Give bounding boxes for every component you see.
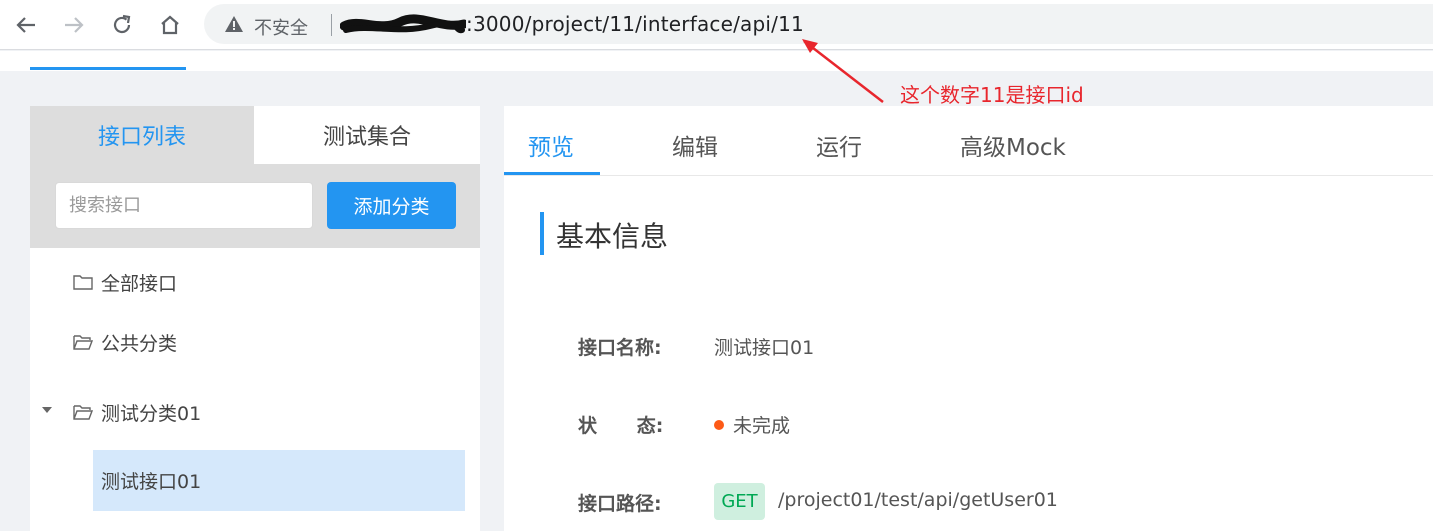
back-button[interactable] [10,9,42,41]
reload-icon [113,14,131,34]
tabs-divider [504,175,1433,176]
reload-button[interactable] [106,9,138,41]
url-text: :3000/project/11/interface/api/11 [466,12,804,36]
header-active-indicator [30,67,186,70]
interface-detail: 预览 编辑 运行 高级Mock 基本信息 接口名称: 测试接口01 状 态: 未… [504,106,1433,531]
sidebar-tabs: 接口列表 测试集合 [30,106,480,164]
tab-test-collection[interactable]: 测试集合 [254,106,480,164]
interface-sidebar: 接口列表 测试集合 添加分类 全部接口 公共分类 测试分类01 测试接口01 [30,106,480,531]
arrow-right-icon [65,17,84,33]
home-button[interactable] [154,9,186,41]
tree-item-category[interactable]: 测试分类01 [30,392,480,432]
path-label: 接口路径: [578,493,662,515]
status-dot-icon [714,419,724,430]
section-accent-bar [540,212,544,255]
forward-button[interactable] [58,9,90,41]
status-value: 未完成 [714,411,790,438]
section-title: 基本信息 [556,220,669,253]
search-input[interactable] [55,182,313,229]
tab-preview[interactable]: 预览 [528,128,574,162]
insecure-label: 不安全 [254,18,308,39]
folder-open-icon [73,334,93,350]
tab-run[interactable]: 运行 [816,128,862,162]
redaction-scribble [340,14,466,34]
folder-open-icon [73,404,93,420]
annotation-text: 这个数字11是接口id [900,83,1084,107]
home-icon [161,15,179,35]
name-label: 接口名称: [578,337,662,359]
annotation-arrow [802,39,884,103]
method-badge: GET [714,483,765,520]
path-value: /project01/test/api/getUser01 [778,489,1058,511]
tree-item-label: 全部接口 [101,272,178,295]
name-value: 测试接口01 [714,337,815,359]
caret-down-icon[interactable] [42,407,52,413]
browser-toolbar: 不安全 :3000/project/11/interface/api/11 [0,0,1433,50]
app-header [0,51,1433,71]
tab-advanced-mock[interactable]: 高级Mock [960,128,1066,162]
tree-item-label: 测试接口01 [101,471,202,493]
folder-icon [73,274,93,290]
add-category-button[interactable]: 添加分类 [327,182,456,229]
tree-item-all[interactable]: 全部接口 [30,262,480,302]
tab-interface-list[interactable]: 接口列表 [30,106,254,164]
tree-item-label: 公共分类 [101,332,178,355]
warning-icon [225,16,243,32]
tree-item-label: 测试分类01 [101,402,202,425]
tree-item-selected-interface[interactable]: 测试接口01 [93,450,465,511]
status-text: 未完成 [733,415,791,437]
tab-edit[interactable]: 编辑 [672,128,718,162]
tree-item-public[interactable]: 公共分类 [30,322,480,362]
arrow-left-icon [16,17,35,33]
url-divider [331,14,332,36]
search-row: 添加分类 [30,164,480,248]
status-label: 状 态: [578,415,664,437]
